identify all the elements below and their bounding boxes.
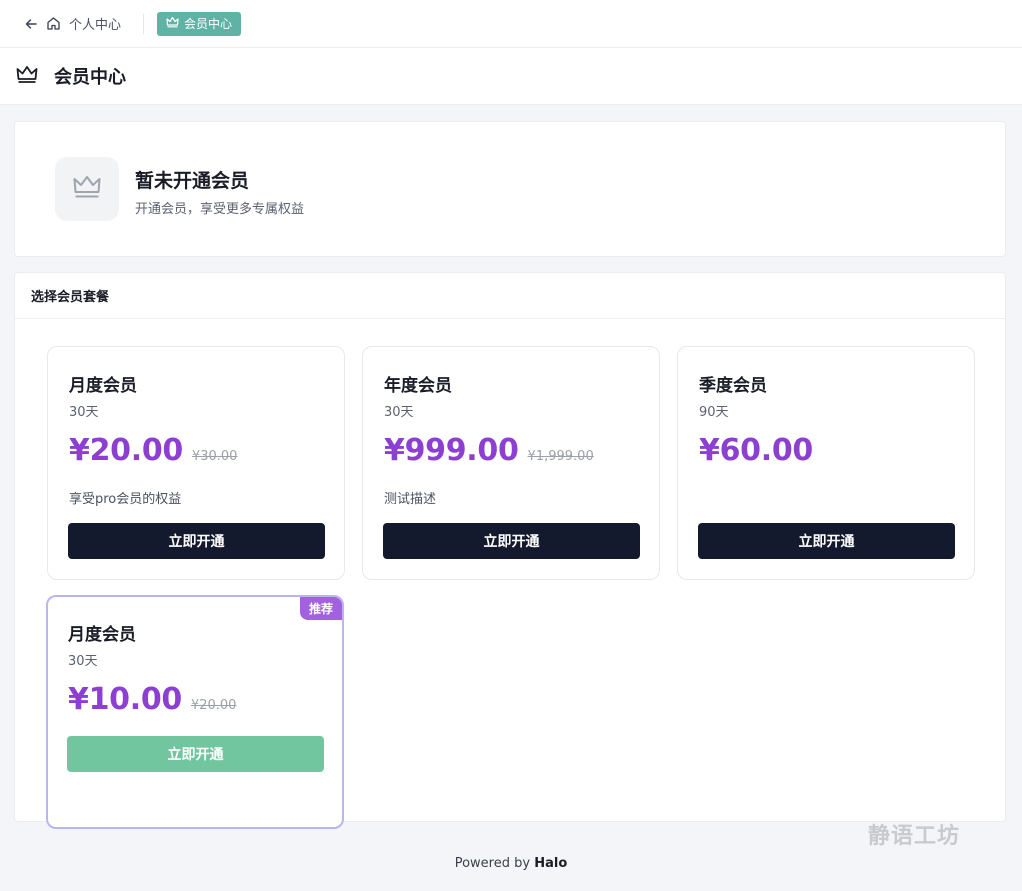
plan-name: 月度会员	[69, 376, 137, 396]
plan-price-row: ¥60.00	[699, 433, 822, 468]
plan-original-price: ¥30.00	[191, 449, 238, 464]
status-avatar	[55, 157, 119, 221]
breadcrumb-current-tab[interactable]: 会员中心	[157, 11, 242, 36]
status-title: 暂未开通会员	[135, 170, 250, 192]
plan-name: 月度会员	[68, 625, 136, 645]
plan-name: 季度会员	[699, 376, 767, 396]
plan-duration: 30天	[69, 405, 99, 420]
footer: Powered by Halo	[0, 856, 1022, 871]
home-icon	[46, 16, 61, 31]
plan-card: 月度会员 30天 ¥20.00 ¥30.00 享受pro会员的权益 立即开通	[47, 346, 345, 580]
breadcrumb-back-label: 个人中心	[69, 18, 122, 33]
watermark: 静语工坊	[868, 824, 961, 849]
plan-description: 享受pro会员的权益	[69, 492, 182, 507]
subscribe-button[interactable]: 立即开通	[383, 523, 640, 559]
footer-prefix: Powered by	[454, 856, 531, 871]
plan-price: ¥20.00	[69, 433, 183, 468]
crown-icon	[16, 65, 38, 88]
plans-card: 选择会员套餐 月度会员 30天 ¥20.00 ¥30.00 享受pro会员的权益…	[14, 272, 1006, 829]
plan-card-featured: 推荐 月度会员 30天 ¥10.00 ¥20.00 立即开通	[46, 595, 344, 829]
breadcrumb-back[interactable]: 个人中心	[24, 14, 121, 33]
plan-duration: 90天	[699, 405, 729, 420]
plan-card: 年度会员 30天 ¥999.00 ¥1,999.00 测试描述 立即开通	[362, 346, 660, 580]
subscribe-button[interactable]: 立即开通	[68, 523, 325, 559]
plan-description: 测试描述	[384, 492, 437, 507]
plan-original-price: ¥1,999.00	[527, 449, 594, 464]
breadcrumb-divider	[143, 13, 145, 34]
plan-duration: 30天	[68, 654, 98, 669]
plan-price: ¥999.00	[384, 433, 519, 468]
plans-section-title: 选择会员套餐	[15, 273, 1005, 319]
page-title: 会员中心	[54, 67, 126, 88]
footer-brand-link[interactable]: Halo	[534, 856, 567, 871]
crown-icon	[166, 16, 179, 31]
plan-duration: 30天	[384, 405, 414, 420]
recommended-badge: 推荐	[299, 597, 342, 620]
page-header: 会员中心	[0, 48, 1022, 105]
plan-price-row: ¥999.00 ¥1,999.00	[384, 433, 594, 468]
plan-price: ¥60.00	[699, 433, 813, 468]
plan-original-price: ¥20.00	[190, 698, 237, 713]
top-bar: 个人中心 会员中心	[0, 0, 1022, 48]
plan-name: 年度会员	[384, 376, 452, 396]
plan-card: 季度会员 90天 ¥60.00 立即开通	[677, 346, 975, 580]
status-subtitle: 开通会员，享受更多专属权益	[135, 202, 305, 217]
breadcrumb-current-label: 会员中心	[184, 17, 233, 31]
subscribe-button[interactable]: 立即开通	[698, 523, 955, 559]
arrow-left-icon	[24, 17, 38, 31]
crown-icon	[72, 174, 102, 204]
subscribe-button[interactable]: 立即开通	[67, 736, 324, 772]
plan-price: ¥10.00	[68, 682, 182, 717]
plan-price-row: ¥20.00 ¥30.00	[69, 433, 237, 468]
membership-status-card: 暂未开通会员 开通会员，享受更多专属权益	[14, 121, 1006, 257]
plan-price-row: ¥10.00 ¥20.00	[68, 682, 236, 717]
